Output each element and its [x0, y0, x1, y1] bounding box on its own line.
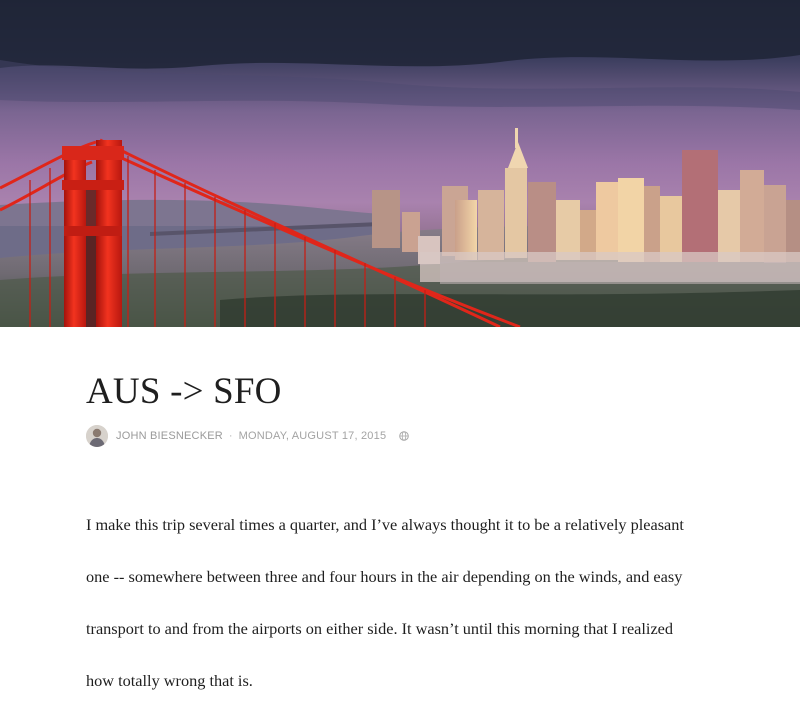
body-line: how totally wrong that is. — [86, 671, 253, 690]
body-line: I make this trip several times a quarter… — [86, 515, 684, 534]
post-meta: JOHN BIESNECKER · MONDAY, AUGUST 17, 201… — [86, 423, 410, 449]
article: AUS -> SFO JOHN BIESNECKER · MONDAY, AUG… — [0, 327, 800, 690]
post-date: MONDAY, AUGUST 17, 2015 — [238, 430, 387, 442]
meta-separator: · — [228, 430, 233, 442]
globe-icon[interactable] — [399, 431, 410, 441]
post-body: I make this trip several times a quarter… — [86, 486, 746, 720]
golden-gate-city-photo — [0, 0, 800, 327]
post-title: AUS -> SFO — [86, 371, 282, 412]
body-line: transport to and from the airports on ei… — [86, 619, 674, 638]
author-avatar[interactable] — [86, 425, 108, 447]
header-photo — [0, 0, 800, 327]
body-line: one -- somewhere between three and four … — [86, 567, 683, 586]
author-name-link[interactable]: JOHN BIESNECKER — [116, 430, 223, 442]
